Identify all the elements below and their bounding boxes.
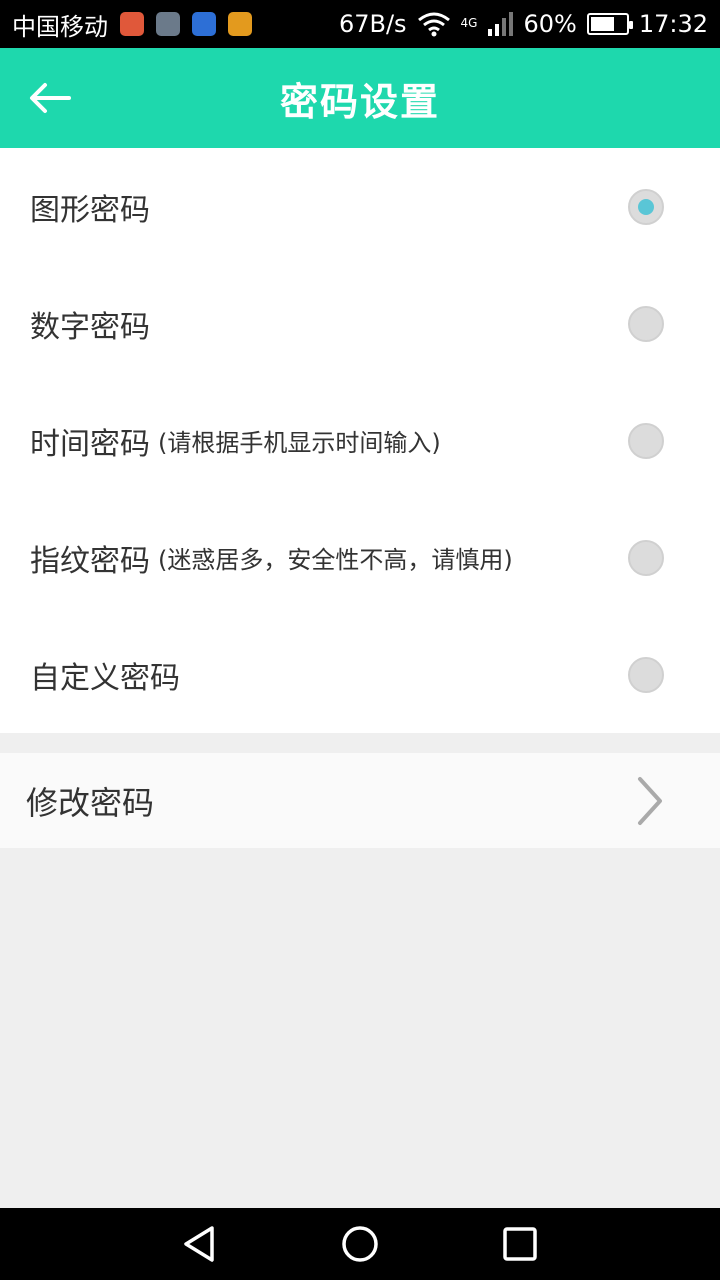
page-title: 密码设置 bbox=[279, 79, 440, 124]
nav-recents-button[interactable] bbox=[490, 1214, 550, 1274]
system-nav-bar bbox=[0, 1208, 720, 1280]
option-title: 指纹密码 bbox=[30, 543, 150, 579]
chevron-right-icon bbox=[638, 776, 662, 825]
option-title: 时间密码 bbox=[30, 426, 150, 462]
wifi-icon bbox=[417, 12, 450, 37]
signal-icon bbox=[488, 12, 514, 36]
status-right: 67B/s 4G 60% 17:32 bbox=[339, 10, 708, 38]
status-left: 中国移动 bbox=[12, 7, 252, 42]
back-icon bbox=[184, 1226, 214, 1262]
change-password-label: 修改密码 bbox=[26, 783, 155, 822]
gallery-app-icon bbox=[156, 12, 180, 36]
option-title: 图形密码 bbox=[30, 192, 150, 228]
option-time-password[interactable]: 时间密码 (请根据手机显示时间输入) bbox=[0, 382, 720, 499]
option-graphic-password[interactable]: 图形密码 bbox=[0, 148, 720, 265]
radio-icon[interactable] bbox=[628, 539, 664, 576]
cloud-app-icon bbox=[192, 12, 216, 36]
radio-icon[interactable] bbox=[628, 422, 664, 459]
option-title: 数字密码 bbox=[30, 309, 150, 345]
status-bar: 中国移动 67B/s 4G 60% 17:32 bbox=[0, 0, 720, 48]
battery-icon bbox=[586, 13, 633, 35]
battery-percent: 60% bbox=[523, 10, 577, 38]
password-type-list: 图形密码 数字密码 时间密码 (请根据手机显示时间输入) 指纹密码 (迷惑居多，… bbox=[0, 148, 720, 733]
option-number-password[interactable]: 数字密码 bbox=[0, 265, 720, 382]
back-arrow-icon bbox=[30, 83, 71, 113]
office-app-icon bbox=[228, 12, 252, 36]
option-title: 自定义密码 bbox=[30, 660, 180, 696]
app-bar: 密码设置 bbox=[0, 48, 720, 148]
radio-icon[interactable] bbox=[628, 305, 664, 342]
carrier-label: 中国移动 bbox=[12, 12, 108, 41]
nav-home-button[interactable] bbox=[330, 1214, 390, 1274]
battery-level bbox=[590, 17, 614, 31]
network-type: 4G bbox=[460, 16, 478, 30]
radio-selected-icon[interactable] bbox=[628, 188, 664, 225]
change-password-row[interactable]: 修改密码 bbox=[0, 753, 720, 848]
option-note: (迷惑居多，安全性不高，请慎用) bbox=[158, 546, 513, 574]
option-custom-password[interactable]: 自定义密码 bbox=[0, 616, 720, 733]
radio-icon[interactable] bbox=[628, 656, 664, 693]
network-speed: 67B/s bbox=[338, 10, 407, 38]
home-icon bbox=[342, 1226, 378, 1262]
option-note: (请根据手机显示时间输入) bbox=[158, 429, 441, 457]
nav-back-button[interactable] bbox=[170, 1214, 230, 1274]
message-app-icon bbox=[120, 12, 144, 36]
clock: 17:32 bbox=[638, 10, 708, 38]
option-fingerprint-password[interactable]: 指纹密码 (迷惑居多，安全性不高，请慎用) bbox=[0, 499, 720, 616]
back-button[interactable] bbox=[22, 70, 78, 126]
recents-icon bbox=[503, 1227, 537, 1261]
